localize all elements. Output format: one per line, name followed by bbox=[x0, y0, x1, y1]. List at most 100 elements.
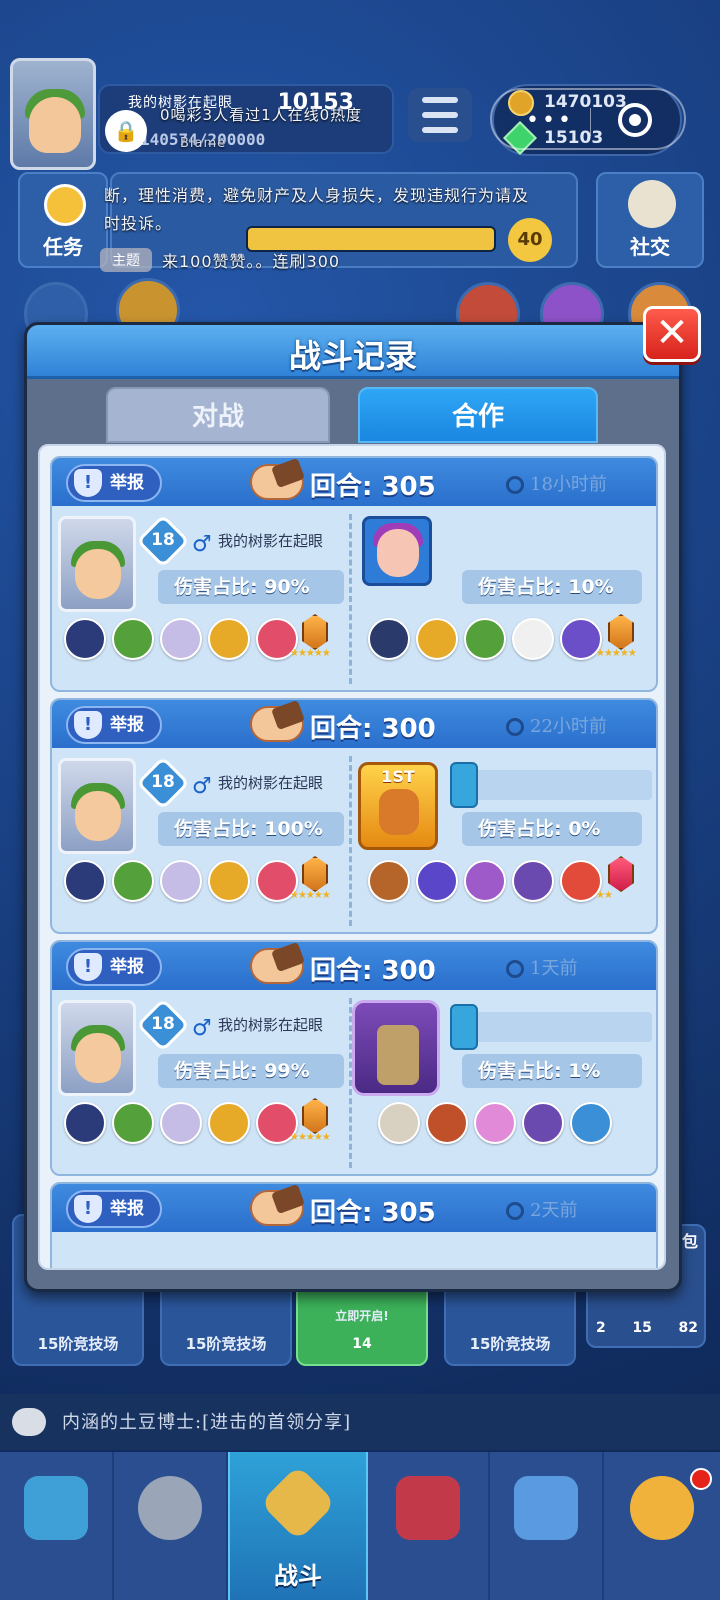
teammate-lineup bbox=[368, 860, 602, 902]
record-card: ! 举报 回合: 305 2天前 bbox=[50, 1182, 658, 1268]
topic-tag: 主题 bbox=[100, 248, 152, 272]
handshake-icon bbox=[250, 1190, 304, 1226]
social-button[interactable]: 社交 bbox=[596, 172, 704, 268]
nav-battle[interactable]: 战斗 bbox=[228, 1452, 368, 1600]
lock-icon[interactable]: 🔒 bbox=[105, 110, 147, 152]
nav-shop[interactable] bbox=[0, 1452, 114, 1600]
round-count: 回合: 305 bbox=[310, 1198, 436, 1228]
handshake-icon bbox=[250, 948, 304, 984]
report-button[interactable]: ! 举报 bbox=[66, 464, 162, 502]
menu-button[interactable] bbox=[408, 88, 472, 142]
rank-gem-icon: ★★★★★ bbox=[596, 614, 638, 659]
player-name: 我的树影在起眼 bbox=[218, 532, 324, 550]
teammate-avatar[interactable]: 1ST bbox=[358, 762, 438, 850]
unit-icon bbox=[570, 1102, 612, 1144]
teammate-level-badge bbox=[450, 762, 478, 808]
player-lineup bbox=[64, 860, 298, 902]
nav-clan[interactable] bbox=[368, 1452, 490, 1600]
time-ago: 1天前 bbox=[506, 954, 577, 980]
rank-gem-icon: ★★★★★ bbox=[290, 614, 332, 659]
player-damage-share: 伤害占比: 100% bbox=[158, 812, 344, 846]
player-damage-share: 伤害占比: 90% bbox=[158, 570, 344, 604]
shield-icon: ! bbox=[74, 1195, 102, 1223]
teammate-name-bar bbox=[452, 770, 652, 800]
social-icon bbox=[628, 180, 676, 228]
chat-message: 内涵的土豆博士:[进击的首领分享] bbox=[62, 1412, 352, 1433]
unit-icon bbox=[112, 1102, 154, 1144]
unit-icon bbox=[160, 860, 202, 902]
teammate-lineup bbox=[378, 1102, 612, 1144]
live-subtitle: Blame bbox=[180, 136, 227, 151]
topic-text: 来100赞赞。。连刷300 bbox=[162, 252, 341, 271]
unit-icon bbox=[464, 860, 506, 902]
task-check-icon bbox=[44, 184, 86, 226]
record-header: ! 举报 回合: 305 18小时前 bbox=[52, 458, 656, 506]
close-miniprogram-icon[interactable] bbox=[618, 103, 652, 137]
rank-gem-icon: ★★★★★ bbox=[290, 1098, 332, 1143]
shield-icon: ! bbox=[74, 469, 102, 497]
teammate-name-bar bbox=[452, 1012, 652, 1042]
nav-social[interactable] bbox=[490, 1452, 604, 1600]
clock-icon bbox=[506, 718, 524, 736]
rank-gem-icon: ★★★★★ bbox=[290, 856, 332, 901]
unit-icon bbox=[160, 1102, 202, 1144]
unit-icon bbox=[474, 1102, 516, 1144]
record-card: ! 举报 回合: 300 1天前 18 ♂ 我的树影在起眼 伤害占比: 99% ★… bbox=[50, 940, 658, 1176]
task-button[interactable]: 任务 bbox=[18, 172, 108, 268]
teammate-level-badge bbox=[450, 1004, 478, 1050]
male-icon: ♂ bbox=[192, 774, 212, 799]
record-header: ! 举报 回合: 300 22小时前 bbox=[52, 700, 656, 748]
player-avatar[interactable] bbox=[58, 516, 136, 612]
handshake-icon bbox=[250, 706, 304, 742]
unit-icon bbox=[416, 860, 458, 902]
report-button[interactable]: ! 举报 bbox=[66, 948, 162, 986]
more-icon[interactable]: ••• bbox=[526, 108, 574, 133]
time-ago: 18小时前 bbox=[506, 470, 607, 496]
player-avatar[interactable] bbox=[58, 1000, 136, 1096]
report-button[interactable]: ! 举报 bbox=[66, 1190, 162, 1228]
chat-icon[interactable] bbox=[12, 1408, 46, 1436]
record-header: ! 举报 回合: 300 1天前 bbox=[52, 942, 656, 990]
time-ago: 2天前 bbox=[506, 1196, 577, 1222]
player-avatar[interactable] bbox=[58, 758, 136, 854]
clock-icon bbox=[506, 960, 524, 978]
tab-coop[interactable]: 合作 bbox=[358, 387, 598, 443]
unit-icon bbox=[426, 1102, 468, 1144]
knight-helmet-icon bbox=[138, 1476, 202, 1540]
unit-icon bbox=[208, 1102, 250, 1144]
unit-icon bbox=[64, 1102, 106, 1144]
teammate-avatar[interactable] bbox=[352, 1000, 440, 1096]
crown-shield-icon bbox=[396, 1476, 460, 1540]
chest-icon bbox=[24, 1476, 88, 1540]
tab-versus[interactable]: 对战 bbox=[106, 387, 330, 443]
round-count: 回合: 300 bbox=[310, 956, 436, 986]
chat-bar[interactable]: 内涵的土豆博士:[进击的首领分享] bbox=[0, 1394, 720, 1450]
unit-icon bbox=[64, 860, 106, 902]
teammate-avatar[interactable] bbox=[362, 516, 432, 586]
mini-program-capsule[interactable]: ••• bbox=[490, 88, 686, 150]
clock-icon bbox=[506, 476, 524, 494]
heart-icon: ★★ bbox=[596, 856, 638, 901]
notice-text: 断，理性消费，避免财产及人身损失，发现违规行为请及时投诉。 bbox=[104, 186, 530, 233]
close-button[interactable]: ✕ bbox=[643, 306, 701, 362]
report-button[interactable]: ! 举报 bbox=[66, 706, 162, 744]
unit-icon bbox=[522, 1102, 564, 1144]
record-list[interactable]: ! 举报 回合: 305 18小时前 18 ♂ 我的树影在起眼 伤害占比: 90%… bbox=[38, 444, 666, 1270]
round-count: 回合: 300 bbox=[310, 714, 436, 744]
record-card: ! 举报 回合: 300 22小时前 18 ♂ 我的树影在起眼 伤害占比: 100… bbox=[50, 698, 658, 934]
bottom-nav: 战斗 bbox=[0, 1452, 720, 1600]
unit-icon bbox=[416, 618, 458, 660]
teammate-damage-share: 伤害占比: 0% bbox=[462, 812, 642, 846]
unit-icon bbox=[112, 618, 154, 660]
shield-icon: ! bbox=[74, 953, 102, 981]
nav-heroes[interactable] bbox=[114, 1452, 228, 1600]
player-damage-share: 伤害占比: 99% bbox=[158, 1054, 344, 1088]
unit-icon bbox=[208, 860, 250, 902]
unit-icon bbox=[208, 618, 250, 660]
player-name: 我的树影在起眼 bbox=[218, 1016, 324, 1034]
unit-icon bbox=[64, 618, 106, 660]
record-card: ! 举报 回合: 305 18小时前 18 ♂ 我的树影在起眼 伤害占比: 90%… bbox=[50, 456, 658, 692]
unit-icon bbox=[112, 860, 154, 902]
player-avatar[interactable] bbox=[10, 58, 96, 170]
card-divider bbox=[349, 514, 352, 684]
